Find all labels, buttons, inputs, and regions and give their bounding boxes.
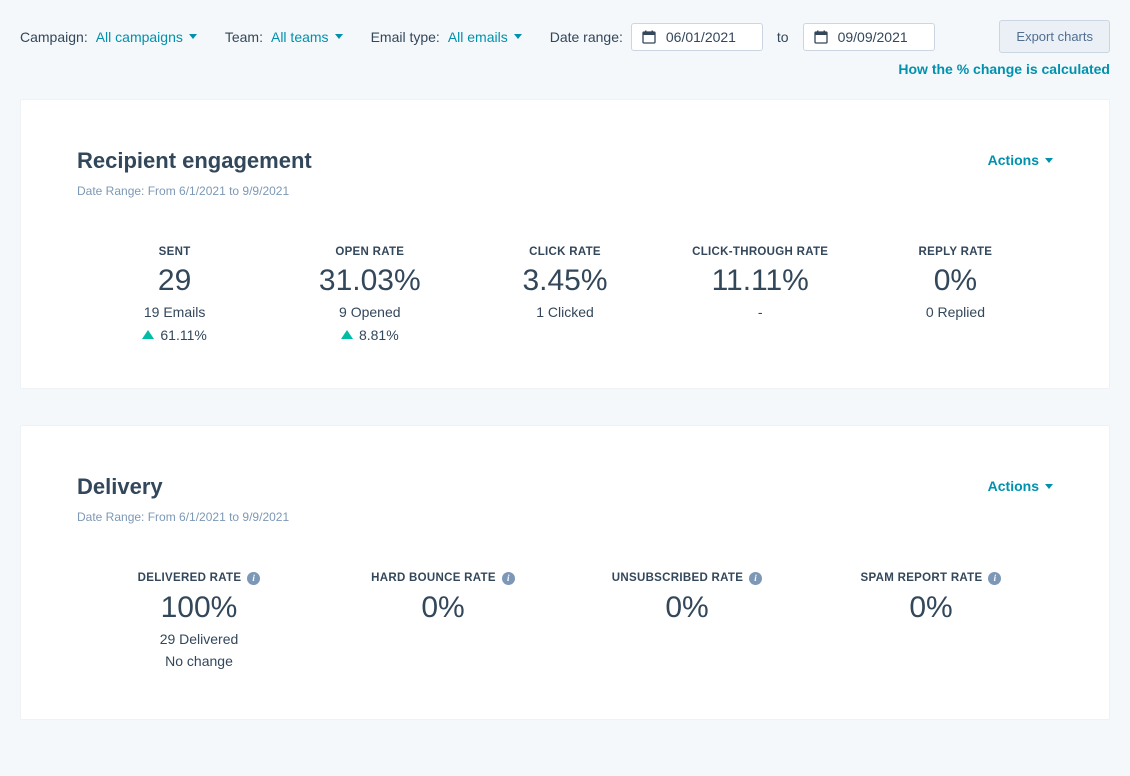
arrow-up-icon	[142, 330, 154, 339]
campaign-dropdown[interactable]: All campaigns	[96, 29, 197, 45]
delivery-actions-dropdown[interactable]: Actions	[988, 478, 1053, 494]
chevron-down-icon	[1045, 484, 1053, 489]
stat-change: 61.11%	[142, 327, 206, 343]
stat-change-value: 8.81%	[359, 327, 399, 343]
delivery-card: Delivery Date Range: From 6/1/2021 to 9/…	[20, 425, 1110, 720]
date-to-input[interactable]: 09/09/2021	[803, 23, 935, 51]
calendar-icon	[814, 30, 828, 44]
stat-sent: SENT 29 19 Emails 61.11%	[77, 242, 272, 344]
delivery-title: Delivery	[77, 474, 289, 500]
stat-value: 31.03%	[272, 264, 467, 298]
stat-open-rate: OPEN RATE 31.03% 9 Opened 8.81%	[272, 242, 467, 344]
date-to-label: to	[777, 29, 789, 45]
stat-delivered-rate: DELIVERED RATE i 100% 29 Delivered No ch…	[77, 568, 321, 675]
stat-label-text: SPAM REPORT RATE	[861, 572, 983, 584]
stat-value: 3.45%	[467, 264, 662, 298]
help-link-row: How the % change is calculated	[20, 61, 1110, 79]
team-label: Team:	[225, 29, 263, 45]
stat-label: CLICK RATE	[529, 246, 601, 258]
actions-label: Actions	[988, 478, 1039, 494]
stat-label: DELIVERED RATE i	[138, 572, 261, 585]
delivery-subtitle: Date Range: From 6/1/2021 to 9/9/2021	[77, 510, 289, 524]
stat-sub: 29 Delivered	[77, 631, 321, 647]
emailtype-value: All emails	[448, 29, 508, 45]
stat-click-rate: CLICK RATE 3.45% 1 Clicked	[467, 242, 662, 344]
stat-change-value: 61.11%	[160, 327, 206, 343]
stat-ctr: CLICK-THROUGH RATE 11.11% -	[663, 242, 858, 344]
stat-sub: 19 Emails	[77, 304, 272, 320]
engagement-stats-row: SENT 29 19 Emails 61.11% OPEN RATE 31.03…	[77, 242, 1053, 344]
stat-sub: 1 Clicked	[467, 304, 662, 320]
info-icon[interactable]: i	[749, 572, 762, 585]
info-icon[interactable]: i	[988, 572, 1001, 585]
date-from-value: 06/01/2021	[666, 29, 736, 45]
stat-value: 29	[77, 264, 272, 298]
stat-label-text: DELIVERED RATE	[138, 572, 242, 584]
stat-label: OPEN RATE	[335, 246, 404, 258]
stat-label-text: UNSUBSCRIBED RATE	[612, 572, 743, 584]
stat-change-text: No change	[77, 653, 321, 669]
stat-spam-report-rate: SPAM REPORT RATE i 0%	[809, 568, 1053, 675]
stat-label: SENT	[159, 246, 191, 258]
how-change-calculated-link[interactable]: How the % change is calculated	[898, 61, 1110, 77]
date-from-input[interactable]: 06/01/2021	[631, 23, 763, 51]
actions-label: Actions	[988, 152, 1039, 168]
stat-value: 11.11%	[663, 264, 858, 298]
engagement-subtitle: Date Range: From 6/1/2021 to 9/9/2021	[77, 184, 312, 198]
stat-value: 0%	[565, 591, 809, 625]
export-charts-button[interactable]: Export charts	[999, 20, 1110, 53]
stat-sub: -	[663, 304, 858, 320]
delivery-stats-row: DELIVERED RATE i 100% 29 Delivered No ch…	[77, 568, 1053, 675]
campaign-value: All campaigns	[96, 29, 183, 45]
chevron-down-icon	[514, 34, 522, 39]
stat-value: 0%	[809, 591, 1053, 625]
stat-reply-rate: REPLY RATE 0% 0 Replied	[858, 242, 1053, 344]
stat-label: UNSUBSCRIBED RATE i	[612, 572, 762, 585]
team-value: All teams	[271, 29, 329, 45]
engagement-title: Recipient engagement	[77, 148, 312, 174]
campaign-label: Campaign:	[20, 29, 88, 45]
engagement-actions-dropdown[interactable]: Actions	[988, 152, 1053, 168]
calendar-icon	[642, 30, 656, 44]
stat-label: REPLY RATE	[919, 246, 993, 258]
stat-hard-bounce-rate: HARD BOUNCE RATE i 0%	[321, 568, 565, 675]
chevron-down-icon	[189, 34, 197, 39]
stat-value: 0%	[858, 264, 1053, 298]
stat-sub: 9 Opened	[272, 304, 467, 320]
emailtype-label: Email type:	[371, 29, 440, 45]
stat-change: 8.81%	[341, 327, 399, 343]
info-icon[interactable]: i	[502, 572, 515, 585]
team-dropdown[interactable]: All teams	[271, 29, 343, 45]
stat-label-text: HARD BOUNCE RATE	[371, 572, 496, 584]
stat-value: 0%	[321, 591, 565, 625]
engagement-card: Recipient engagement Date Range: From 6/…	[20, 99, 1110, 389]
filters-bar: Campaign: All campaigns Team: All teams …	[20, 20, 1110, 53]
stat-value: 100%	[77, 591, 321, 625]
daterange-label: Date range:	[550, 29, 623, 45]
date-to-value: 09/09/2021	[838, 29, 908, 45]
chevron-down-icon	[1045, 158, 1053, 163]
info-icon[interactable]: i	[247, 572, 260, 585]
chevron-down-icon	[335, 34, 343, 39]
stat-label: SPAM REPORT RATE i	[861, 572, 1002, 585]
arrow-up-icon	[341, 330, 353, 339]
stat-unsubscribed-rate: UNSUBSCRIBED RATE i 0%	[565, 568, 809, 675]
emailtype-dropdown[interactable]: All emails	[448, 29, 522, 45]
stat-label: CLICK-THROUGH RATE	[692, 246, 828, 258]
stat-label: HARD BOUNCE RATE i	[371, 572, 515, 585]
stat-sub: 0 Replied	[858, 304, 1053, 320]
